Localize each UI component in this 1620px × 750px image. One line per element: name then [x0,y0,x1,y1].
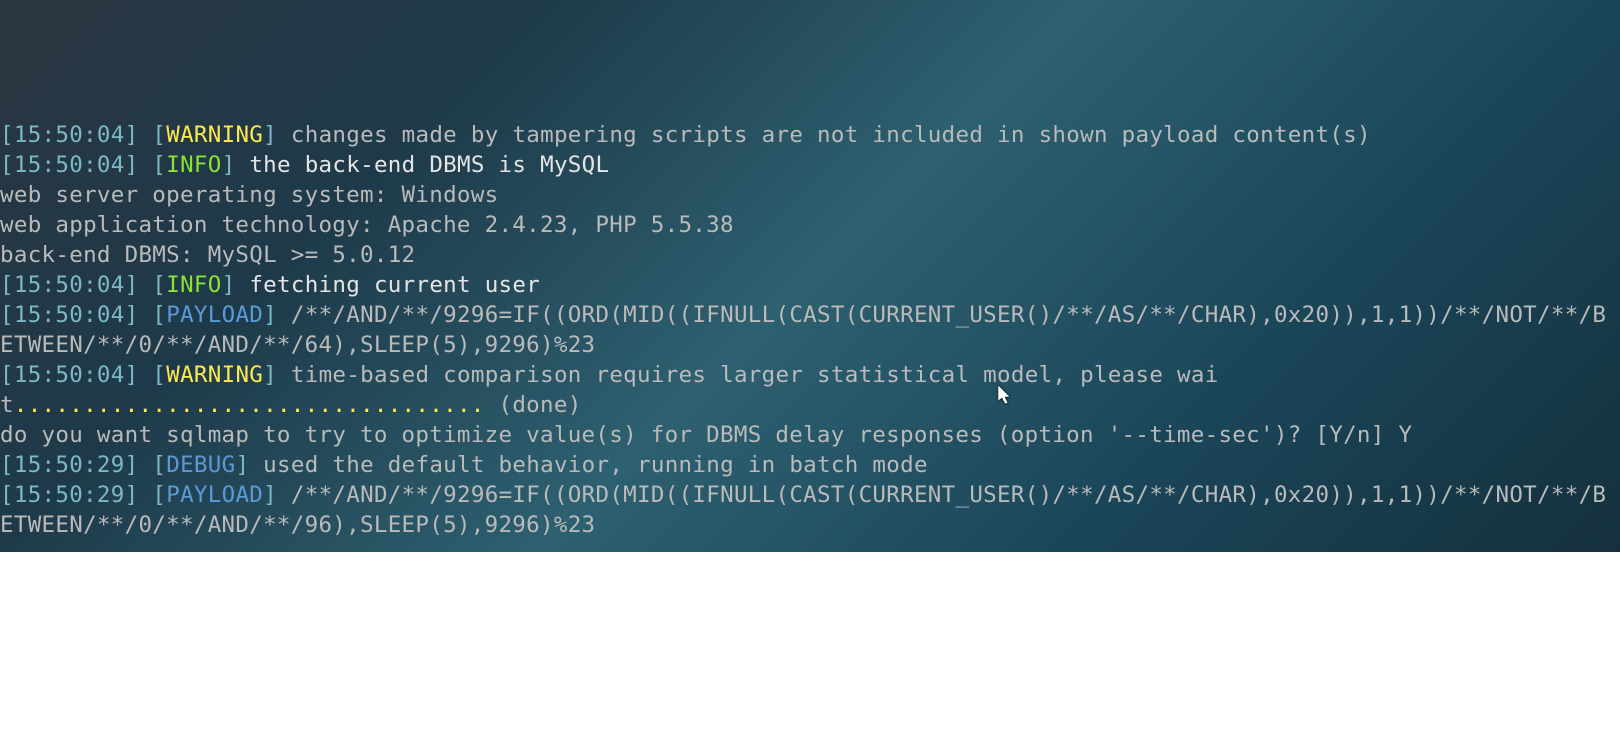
timestamp: 15:50:04 [14,362,125,388]
log-level-warning: WARNING [166,122,263,148]
log-level-debug: DEBUG [166,452,235,478]
bracket: ] [222,152,236,178]
info-line: web application technology: Apache 2.4.2… [0,212,734,238]
bracket: ] [125,482,139,508]
timestamp: 15:50:04 [14,272,125,298]
terminal-output: [15:50:04] [WARNING] changes made by tam… [0,120,1620,540]
timestamp: 15:50:04 [14,302,125,328]
bracket: [ [152,452,166,478]
bracket: [ [0,452,14,478]
prompt-text: do you want sqlmap to try to optimize va… [0,422,1398,448]
info-line: web server operating system: Windows [0,182,498,208]
bracket: ] [125,302,139,328]
bracket: ] [263,482,277,508]
prompt-answer[interactable]: Y [1398,422,1412,448]
log-level-payload: PAYLOAD [166,482,263,508]
bracket: ] [125,152,139,178]
bracket: ] [235,452,249,478]
bracket: [ [152,122,166,148]
bracket: [ [0,122,14,148]
bracket: [ [152,272,166,298]
timestamp: 15:50:29 [14,482,125,508]
bracket: [ [152,152,166,178]
bracket: ] [263,122,277,148]
log-level-info: INFO [166,152,221,178]
bracket: ] [125,272,139,298]
bracket: ] [263,302,277,328]
log-level-info: INFO [166,272,221,298]
bracket: ] [125,452,139,478]
bracket: [ [0,302,14,328]
bracket: [ [0,482,14,508]
log-message: the back-end DBMS is MySQL [249,152,609,178]
log-level-payload: PAYLOAD [166,302,263,328]
bracket: [ [0,152,14,178]
timestamp: 15:50:29 [14,452,125,478]
timestamp: 15:50:04 [14,152,125,178]
progress-dots: ......................... [138,392,484,418]
done-marker: (done) [485,392,582,418]
timestamp: 15:50:04 [14,122,125,148]
bracket: [ [152,362,166,388]
log-message: fetching current user [249,272,540,298]
bracket: [ [152,482,166,508]
log-level-warning: WARNING [166,362,263,388]
bracket: ] [125,362,139,388]
progress-dots: ......... [14,392,139,418]
log-message: used the default behavior, running in ba… [263,452,928,478]
bracket: [ [0,272,14,298]
bracket: ] [263,362,277,388]
bracket: [ [152,302,166,328]
info-line: back-end DBMS: MySQL >= 5.0.12 [0,242,415,268]
bracket: ] [222,272,236,298]
log-message: changes made by tampering scripts are no… [291,122,1371,148]
bracket: ] [125,122,139,148]
bracket: [ [0,362,14,388]
